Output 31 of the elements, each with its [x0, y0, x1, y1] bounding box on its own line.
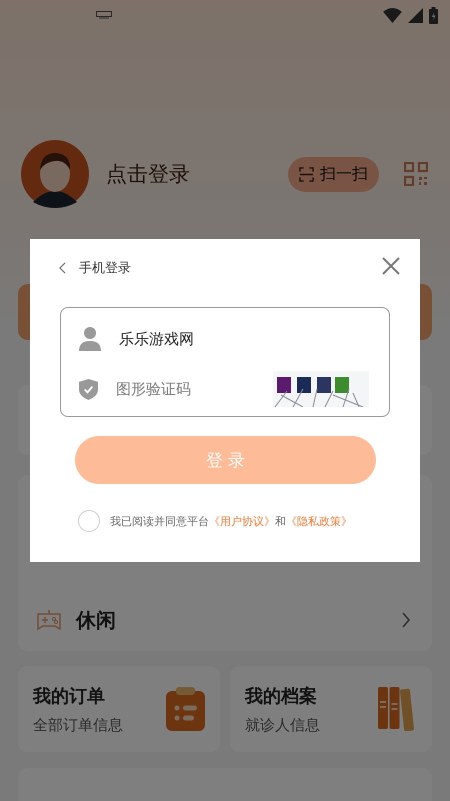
- gamepad-icon: [36, 609, 62, 631]
- menu-label: 休闲: [76, 606, 116, 634]
- shield-icon: [79, 378, 98, 400]
- login-prompt[interactable]: 点击登录: [106, 160, 190, 188]
- card-subtitle: 就诊人信息: [245, 716, 321, 734]
- captcha-input[interactable]: 图形验证码: [116, 380, 246, 398]
- agreement-text: 我已阅读并同意平台: [110, 514, 209, 528]
- clipboard-icon: [166, 687, 206, 731]
- privacy-policy-link[interactable]: 《隐私政策》: [286, 514, 352, 528]
- scan-icon: [299, 166, 314, 182]
- avatar[interactable]: [21, 140, 89, 208]
- chevron-right-icon: [402, 612, 410, 628]
- menu-row[interactable]: 休闲: [18, 591, 432, 649]
- user-agreement-link[interactable]: 《用户协议》: [209, 514, 275, 528]
- card-title: 我的订单: [33, 684, 106, 708]
- battery-icon: [429, 6, 438, 24]
- card-subtitle: 全部订单信息: [33, 716, 124, 734]
- info-card[interactable]: 我的档案 就诊人信息: [230, 666, 432, 752]
- account-input[interactable]: 乐乐游戏网: [119, 330, 249, 348]
- person-icon: [79, 327, 101, 351]
- back-button[interactable]: [59, 262, 66, 274]
- keyboard-icon: [96, 11, 112, 19]
- dialog-title: 手机登录: [79, 260, 131, 277]
- info-card[interactable]: 我的订单 全部订单信息: [18, 666, 220, 752]
- scan-button[interactable]: 扫一扫: [288, 156, 379, 192]
- wifi-icon: [383, 8, 402, 22]
- agreement-joiner: 和: [275, 514, 286, 528]
- signal-icon: [408, 8, 423, 22]
- card-title: 我的档案: [245, 684, 318, 708]
- close-button[interactable]: [382, 257, 400, 275]
- agreement-checkbox[interactable]: [78, 510, 100, 532]
